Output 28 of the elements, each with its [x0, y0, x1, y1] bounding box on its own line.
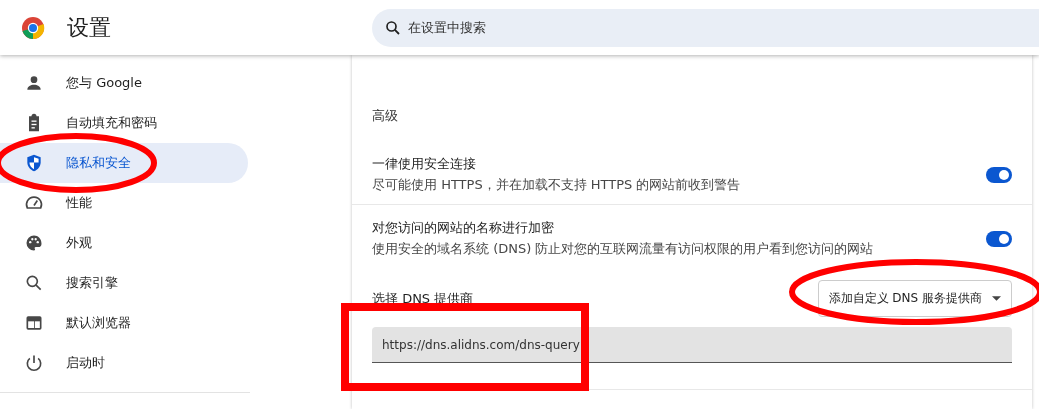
dns-dropdown[interactable]: 添加自定义 DNS 服务提供商 [817, 280, 1012, 317]
setting-title: 一律使用安全连接 [372, 155, 477, 173]
sidebar-item[interactable]: 隐私和安全 [0, 143, 248, 183]
power-icon [24, 353, 44, 373]
setting-description: 尽可能使用 HTTPS，并在加载不支持 HTTPS 的网站前收到警告 [372, 176, 741, 194]
toggle-switch[interactable] [986, 166, 1012, 183]
search-icon [24, 273, 44, 293]
setting-description: 使用安全的域名系统 (DNS) 防止对您的互联网流量有访问权限的用户看到您访问的网站 [372, 240, 874, 258]
search-field[interactable]: 在设置中搜索 [372, 8, 1039, 47]
sidebar-item[interactable]: 外观 [0, 223, 248, 263]
sidebar-item[interactable]: 自动填充和密码 [0, 103, 248, 143]
caret-icon [992, 296, 1001, 301]
search-icon [384, 18, 402, 37]
sidebar-item[interactable]: 启动时 [0, 343, 248, 383]
palette-icon [24, 233, 44, 253]
sidebar-item[interactable]: 您与 Google [0, 63, 248, 103]
page-title: 设置 [67, 13, 111, 42]
toggle-switch[interactable] [986, 230, 1012, 247]
window-icon [24, 313, 44, 333]
sidebar-item[interactable]: 默认浏览器 [0, 303, 248, 343]
setting-title: 对您访问的网站的名称进行加密 [372, 219, 555, 237]
section-title: 高级 [371, 107, 399, 125]
person-icon [24, 73, 44, 93]
shield-icon [24, 153, 44, 173]
sidebar-item[interactable]: 性能 [0, 183, 248, 223]
chrome-logo-icon [21, 15, 45, 40]
dns-url-field[interactable]: https://dns.alidns.com/dns-query [372, 327, 1012, 363]
sidebar-item[interactable]: 搜索引擎 [0, 263, 248, 303]
